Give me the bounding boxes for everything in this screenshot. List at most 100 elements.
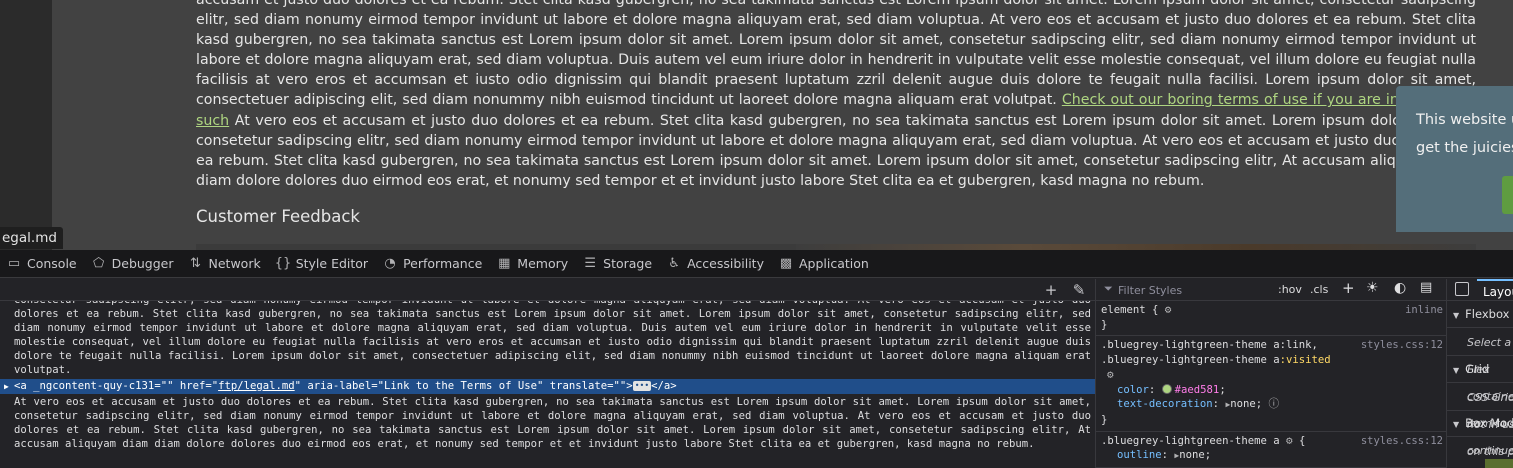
box-model-preview (1485, 459, 1513, 468)
markup-toolbar: + ✎ (0, 279, 1095, 301)
rule-source-link[interactable]: styles.css:12 (1361, 434, 1443, 449)
tab-console[interactable]: ▭ Console (0, 250, 85, 278)
page-left-gutter (0, 0, 52, 250)
info-icon[interactable]: ⓘ (1269, 398, 1280, 410)
cls-toggle[interactable]: .cls (1310, 282, 1328, 298)
rules-view: ⏷ :hov .cls + ☀ ◐ ▤ inline element { ⚙ }… (1095, 279, 1446, 468)
color-swatch-icon[interactable] (1161, 383, 1172, 394)
rule-selector: .bluegrey-lightgreen-theme a (1101, 354, 1280, 367)
collapsed-children-icon[interactable]: ••• (632, 381, 652, 391)
gear-icon[interactable]: ⚙ (1286, 434, 1293, 447)
property-name: outline (1117, 449, 1162, 462)
toggle-sidebar-icon[interactable] (1455, 282, 1469, 296)
application-icon: ▩ (779, 255, 793, 271)
hov-toggle[interactable]: :hov (1278, 282, 1302, 298)
tab-performance[interactable]: ◔ Performance (376, 250, 490, 278)
rule-selector: element { (1101, 304, 1159, 316)
grid-hint: CSS Grid is not in use on this page (1447, 384, 1513, 458)
cookie-accept-button[interactable] (1502, 176, 1513, 214)
chevron-down-icon: ▼ (1453, 311, 1460, 320)
property-value: none (1179, 449, 1205, 462)
chevron-down-icon: ▼ (1453, 366, 1460, 375)
grid-section[interactable]: ▼ Grid (1447, 356, 1513, 383)
tab-label: Storage (603, 256, 653, 271)
tab-memory[interactable]: ▦ Memory (490, 250, 576, 278)
property-value: none (1230, 398, 1256, 411)
markup-text-node[interactable]: At vero eos et accusam et justo duo dolo… (0, 395, 1095, 451)
rules-list: inline element { ⚙ } styles.css:12 .blue… (1096, 301, 1446, 468)
add-node-icon[interactable]: + (1042, 281, 1060, 299)
debugger-icon: ⬠ (92, 255, 105, 271)
markup-selected-node[interactable]: ▶ <a _ngcontent-quy-c131="" href="ftp/leg… (0, 379, 1095, 394)
gear-icon[interactable]: ⚙ (1107, 368, 1114, 381)
add-rule-icon[interactable]: + (1342, 280, 1355, 296)
section-title: Grid (1465, 362, 1490, 376)
markup-text-node[interactable]: consetetur sadipscing elitr, sed diam no… (0, 293, 1095, 377)
eyedropper-icon[interactable]: ✎ (1070, 281, 1088, 299)
tab-debugger[interactable]: ⬠ Debugger (85, 250, 182, 278)
chevron-down-icon: ▼ (1453, 420, 1460, 429)
tab-label: Accessibility (687, 256, 764, 271)
css-rule: styles.css:12 .bluegrey-lightgreen-theme… (1096, 432, 1446, 468)
declaration[interactable]: outline: ▶none; (1101, 448, 1443, 464)
light-theme-icon[interactable]: ☀ (1366, 280, 1379, 296)
file-tab[interactable]: egal.md (0, 227, 63, 249)
tab-style-editor[interactable]: {} Style Editor (269, 250, 376, 278)
expand-arrow-icon[interactable]: ▶ (4, 380, 14, 394)
declaration[interactable]: color: #aed581; (1101, 383, 1443, 398)
flexbox-section[interactable]: ▼ Flexbox (1447, 301, 1513, 328)
rule-close: } (1101, 413, 1108, 426)
tab-accessibility[interactable]: ♿ Accessibility (660, 250, 772, 278)
layout-sidebar: Layout ▼ Flexbox Select a Flex container … (1446, 279, 1513, 468)
pseudo-class: :visited (1279, 354, 1331, 367)
section-title: Flexbox (1465, 307, 1510, 321)
page-content: accusam et justo duo dolores et ea rebum… (52, 0, 1513, 250)
tab-application[interactable]: ▩ Application (772, 250, 877, 278)
tab-label: Style Editor (295, 256, 369, 271)
rule-selector: .bluegrey-lightgreen-theme a (1101, 434, 1280, 447)
network-icon: ⇅ (190, 255, 201, 271)
tab-layout[interactable]: Layout (1477, 279, 1513, 301)
rule-close: } (1101, 318, 1108, 331)
tab-label: Console (27, 256, 77, 271)
section-title: Box Model (1465, 416, 1513, 430)
tab-label: Memory (517, 256, 569, 271)
rules-toolbar: ⏷ :hov .cls + ☀ ◐ ▤ (1096, 279, 1446, 301)
markup-view: consetetur sadipscing elitr, sed diam no… (0, 279, 1095, 468)
tab-storage[interactable]: ☰ Storage (576, 250, 660, 278)
print-media-icon[interactable]: ▤ (1420, 280, 1432, 296)
paragraph-after-link: At vero eos et accusam et justo duo dolo… (196, 112, 1476, 189)
dark-theme-icon[interactable]: ◐ (1394, 280, 1406, 296)
tag-close: </a> (651, 380, 677, 392)
filter-styles-input[interactable] (1118, 282, 1268, 298)
tab-label: Performance (403, 256, 483, 271)
cookie-message: This website uses cookies to ensure you … (1416, 112, 1513, 156)
declaration[interactable]: text-decoration: ▶none; ⓘ (1101, 397, 1443, 413)
tab-label: Application (798, 256, 869, 271)
devtools-tabbar: ▭ Console ⬠ Debugger ⇅ Network{} Style Editor ◔… (0, 250, 1513, 278)
devtools-panel: ▭ Console ⬠ Debugger ⇅ Network{} Style Editor ◔… (0, 250, 1513, 468)
accessibility-icon: ♿ (668, 255, 680, 271)
tag-open: <a _ngcontent-quy-c131="" href=" (14, 380, 219, 392)
tab-network[interactable]: ⇅ Network (182, 250, 269, 278)
rule-source-link[interactable]: styles.css:12 (1361, 338, 1443, 353)
gear-icon[interactable]: ⚙ (1165, 303, 1172, 316)
storage-icon: ☰ (584, 255, 596, 271)
style-editor-icon: {} (274, 255, 292, 271)
cookie-banner: This website uses cookies to ensure you … (1396, 86, 1513, 232)
property-name: color (1117, 383, 1149, 396)
markup-tree: consetetur sadipscing elitr, sed diam no… (0, 294, 1095, 451)
filter-icon: ⏷ (1104, 282, 1113, 295)
rule-source: inline (1405, 304, 1443, 316)
console-icon: ▭ (7, 255, 21, 271)
tab-label: Debugger (111, 256, 174, 271)
property-name: text-decoration (1117, 398, 1213, 411)
box-model-section[interactable]: ▼ Box Model (1447, 410, 1513, 437)
element-rule: inline element { ⚙ } (1096, 301, 1446, 337)
href-value[interactable]: ftp/legal.md (218, 380, 295, 392)
legal-paragraph: accusam et justo duo dolores et ea rebum… (196, 0, 1476, 191)
customer-feedback-heading: Customer Feedback (196, 207, 360, 226)
flexbox-hint: Select a Flex container or item to conti… (1447, 329, 1513, 457)
memory-icon: ▦ (498, 255, 511, 271)
property-value: #aed581 (1174, 383, 1220, 396)
